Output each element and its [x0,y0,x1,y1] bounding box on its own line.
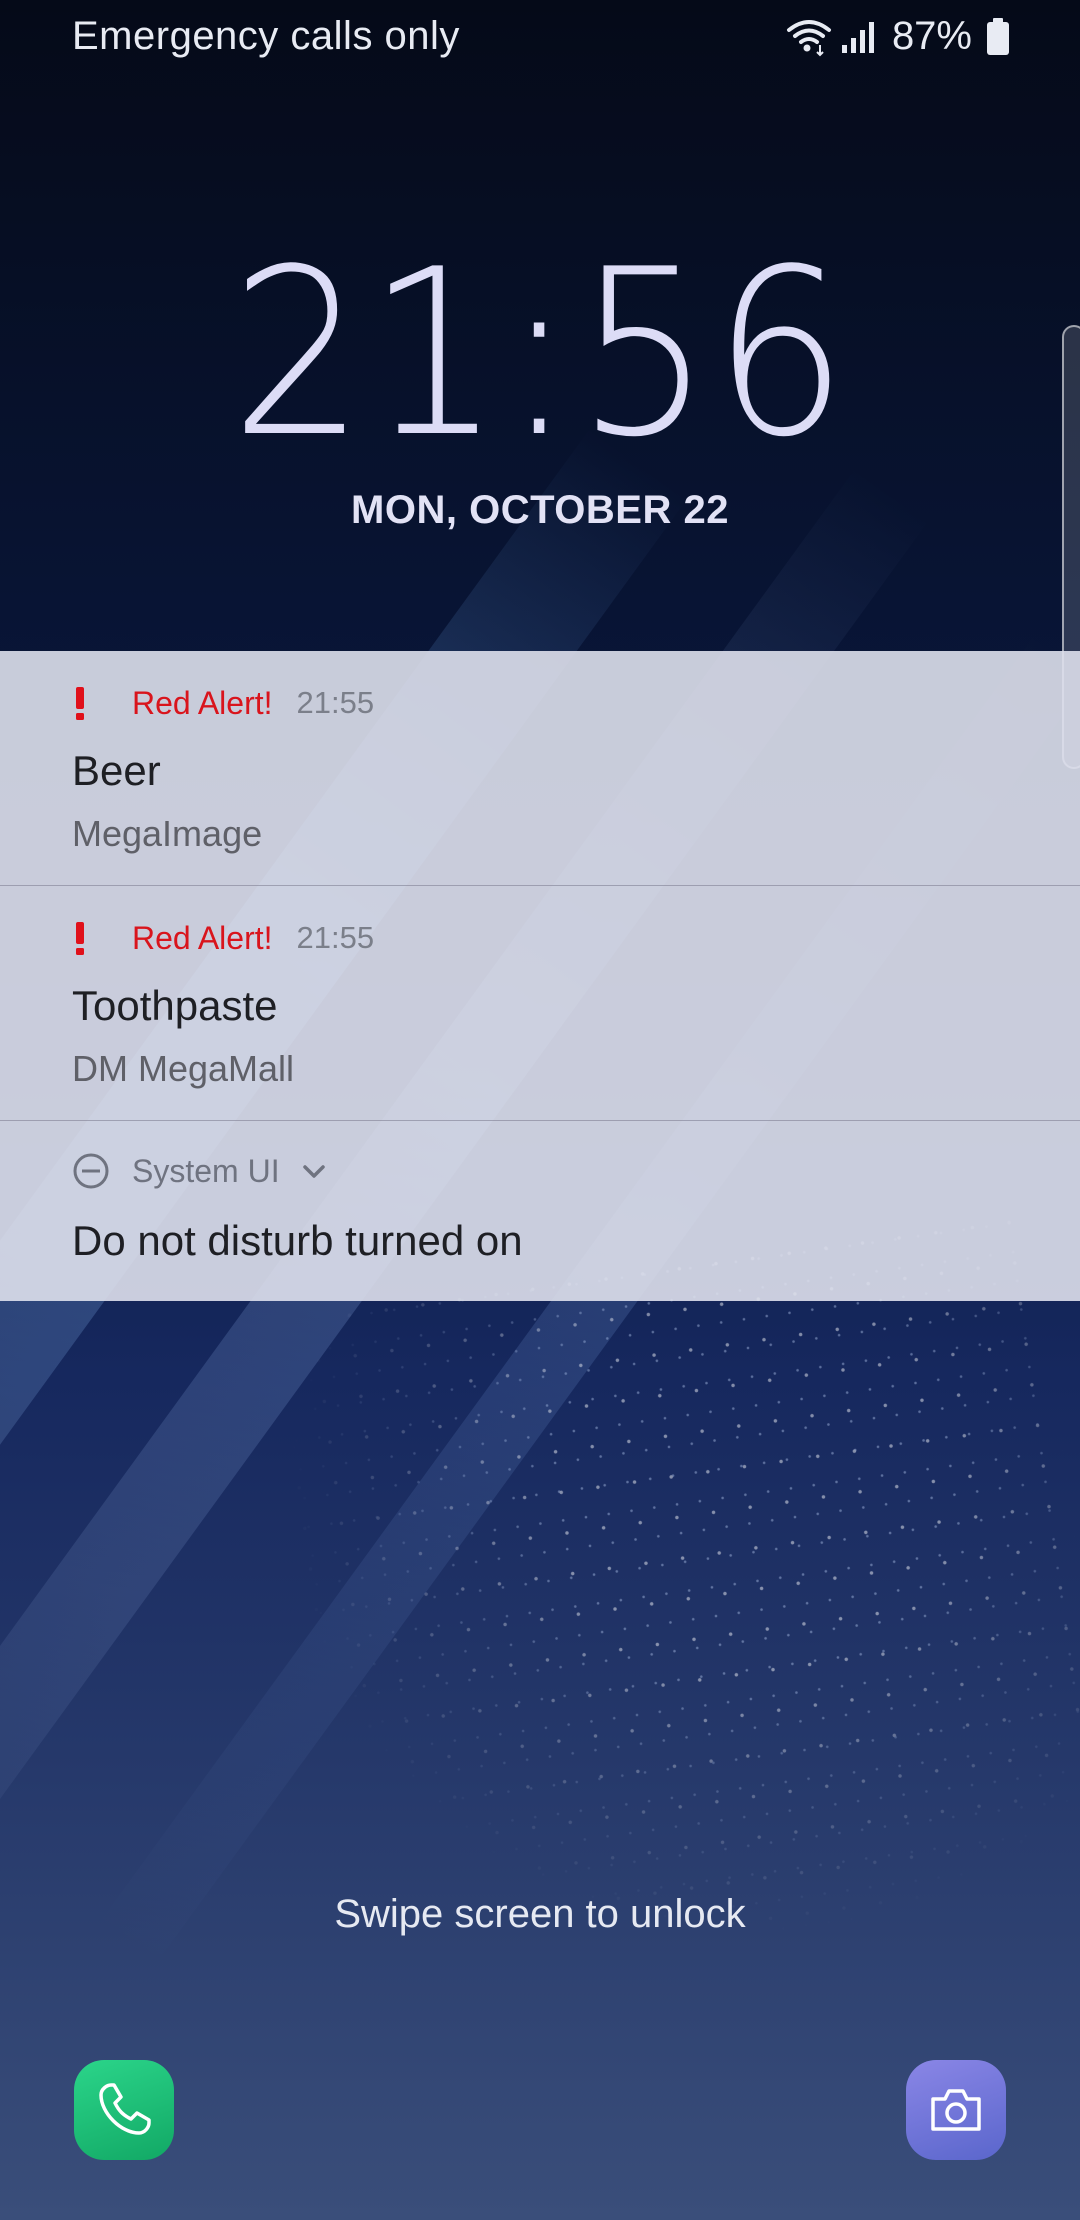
notification-list: Red Alert! 21:55 Beer MegaImage Red Aler… [0,651,1080,1301]
notification-app-name: Red Alert! [132,919,273,956]
notification-app-name: System UI [132,1152,280,1189]
status-icons: 87% [786,14,1010,59]
camera-shortcut-button[interactable] [906,2060,1006,2160]
notification-header: Red Alert! 21:55 [72,916,374,960]
do-not-disturb-icon [73,1153,109,1189]
unlock-hint: Swipe screen to unlock [334,1892,746,1936]
notification-header: System UI [72,1149,328,1193]
notification-title: Beer [72,747,161,794]
notification-title: Do not disturb turned on [72,1217,523,1264]
battery-percent: 87% [891,14,972,58]
notification-body: MegaImage [72,813,263,854]
notification-card[interactable]: Red Alert! 21:55 Toothpaste DM MegaMall [0,886,1080,1121]
wallpaper-stars [255,1199,1080,2001]
status-bar: Emergency calls only 87% [0,0,1080,76]
notification-app-name: Red Alert! [132,684,273,721]
notification-time: 21:55 [296,685,375,720]
exclamation-icon [72,685,112,721]
notification-body: DM MegaMall [72,1048,295,1089]
notification-header: Red Alert! 21:55 [72,681,374,725]
lock-clock: 21:56 [230,221,850,488]
notification-time: 21:55 [296,920,375,955]
notification-card[interactable]: Red Alert! 21:55 Beer MegaImage [0,651,1080,886]
camera-icon [931,2089,981,2131]
chevron-down-icon[interactable] [300,1161,328,1181]
carrier-status: Emergency calls only [72,14,460,58]
signal-icon [841,21,874,53]
notification-title: Toothpaste [72,982,278,1029]
battery-icon [987,17,1009,55]
exclamation-icon [72,920,112,956]
wifi-icon [786,19,831,56]
phone-shortcut-button[interactable] [74,2060,174,2160]
notification-card[interactable]: System UI Do not disturb turned on [0,1121,1080,1301]
lock-date: MON, OCTOBER 22 [351,488,729,532]
phone-icon [99,2083,151,2135]
lock-screen[interactable]: Emergency calls only 87% 21:56 MON, OCTO… [0,0,1080,2220]
